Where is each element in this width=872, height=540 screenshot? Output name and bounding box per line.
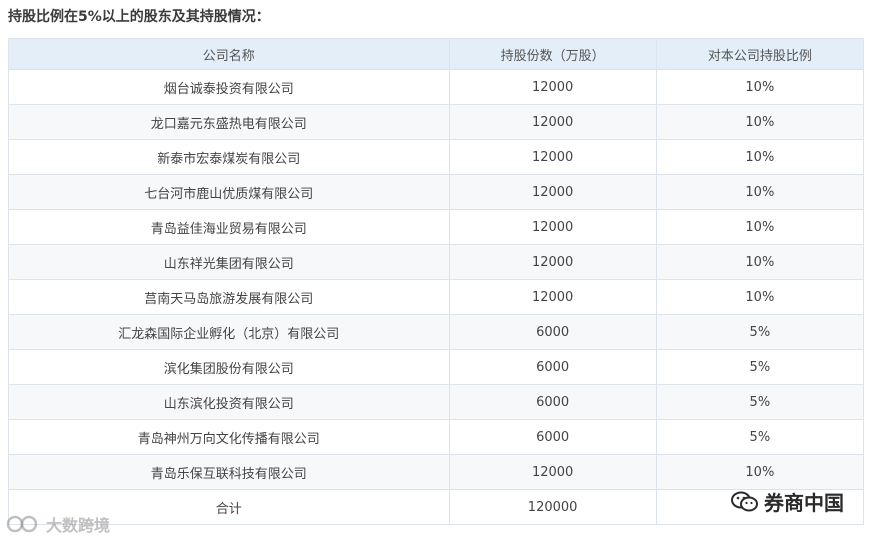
- table-row: 新泰市宏泰煤炭有限公司 12000 10%: [8, 139, 865, 175]
- table-header-row: 公司名称 持股份数（万股） 对本公司持股比例: [8, 38, 865, 70]
- cell-company: 莒南天马岛旅游发展有限公司: [8, 279, 450, 315]
- table-row: 青岛乐保互联科技有限公司 12000 10%: [8, 454, 865, 490]
- cell-shares: 12000: [448, 454, 657, 490]
- cell-ratio: 10%: [655, 209, 865, 245]
- cell-company: 七台河市鹿山优质煤有限公司: [8, 174, 450, 210]
- cell-ratio: 5%: [655, 314, 865, 350]
- cell-shares: 12000: [448, 244, 657, 280]
- table-row: 汇龙森国际企业孵化（北京）有限公司 6000 5%: [8, 314, 865, 350]
- header-shares: 持股份数（万股）: [448, 38, 657, 70]
- table-row: 青岛神州万向文化传播有限公司 6000 5%: [8, 419, 865, 455]
- cell-ratio: 10%: [655, 104, 865, 140]
- watermark: 大数跨境: [6, 512, 110, 536]
- cell-company: 山东祥光集团有限公司: [8, 244, 450, 280]
- table-row: 莒南天马岛旅游发展有限公司 12000 10%: [8, 279, 865, 315]
- header-ratio: 对本公司持股比例: [655, 38, 865, 70]
- header-company: 公司名称: [8, 38, 450, 70]
- cell-shares: 12000: [448, 139, 657, 175]
- shareholder-table: 公司名称 持股份数（万股） 对本公司持股比例 烟台诚泰投资有限公司 12000 10…: [8, 38, 865, 525]
- cell-ratio: 10%: [655, 279, 865, 315]
- cell-ratio: 10%: [655, 244, 865, 280]
- cell-shares: 6000: [448, 384, 657, 420]
- brand-logo: 券商中国: [730, 487, 844, 516]
- page-title: 持股比例在5%以上的股东及其持股情况：: [8, 9, 270, 25]
- cell-ratio: 10%: [655, 454, 865, 490]
- cell-company: 山东滨化投资有限公司: [8, 384, 450, 420]
- cell-ratio: 5%: [655, 419, 865, 455]
- table-row: 烟台诚泰投资有限公司 12000 10%: [8, 69, 865, 105]
- table-row: 山东滨化投资有限公司 6000 5%: [8, 384, 865, 420]
- table-row: 青岛益佳海业贸易有限公司 12000 10%: [8, 209, 865, 245]
- cell-shares: 120000: [448, 489, 657, 525]
- cell-company: 烟台诚泰投资有限公司: [8, 69, 450, 105]
- cell-ratio: 10%: [655, 139, 865, 175]
- cell-shares: 12000: [448, 279, 657, 315]
- table-row: 七台河市鹿山优质煤有限公司 12000 10%: [8, 174, 865, 210]
- cell-company: 青岛益佳海业贸易有限公司: [8, 209, 450, 245]
- cell-company: 青岛神州万向文化传播有限公司: [8, 419, 450, 455]
- cell-shares: 12000: [448, 174, 657, 210]
- cell-company: 滨化集团股份有限公司: [8, 349, 450, 385]
- cell-ratio: 10%: [655, 174, 865, 210]
- cell-ratio: 10%: [655, 69, 865, 105]
- cell-company: 汇龙森国际企业孵化（北京）有限公司: [8, 314, 450, 350]
- cell-company: 青岛乐保互联科技有限公司: [8, 454, 450, 490]
- watermark-logo-icon: [6, 515, 38, 533]
- wechat-icon: [731, 491, 758, 511]
- cell-ratio: 5%: [655, 349, 865, 385]
- cell-company: 龙口嘉元东盛热电有限公司: [8, 104, 450, 140]
- cell-ratio: 5%: [655, 384, 865, 420]
- cell-shares: 6000: [448, 314, 657, 350]
- watermark-text: 大数跨境: [46, 516, 111, 535]
- cell-shares: 12000: [448, 69, 657, 105]
- cell-shares: 12000: [448, 104, 657, 140]
- cell-company: 新泰市宏泰煤炭有限公司: [8, 139, 450, 175]
- cell-shares: 6000: [448, 349, 657, 385]
- table-row: 龙口嘉元东盛热电有限公司 12000 10%: [8, 104, 865, 140]
- table-row: 山东祥光集团有限公司 12000 10%: [8, 244, 865, 280]
- cell-shares: 6000: [448, 419, 657, 455]
- cell-shares: 12000: [448, 209, 657, 245]
- brand-logo-text: 券商中国: [764, 491, 844, 515]
- table-row: 滨化集团股份有限公司 6000 5%: [8, 349, 865, 385]
